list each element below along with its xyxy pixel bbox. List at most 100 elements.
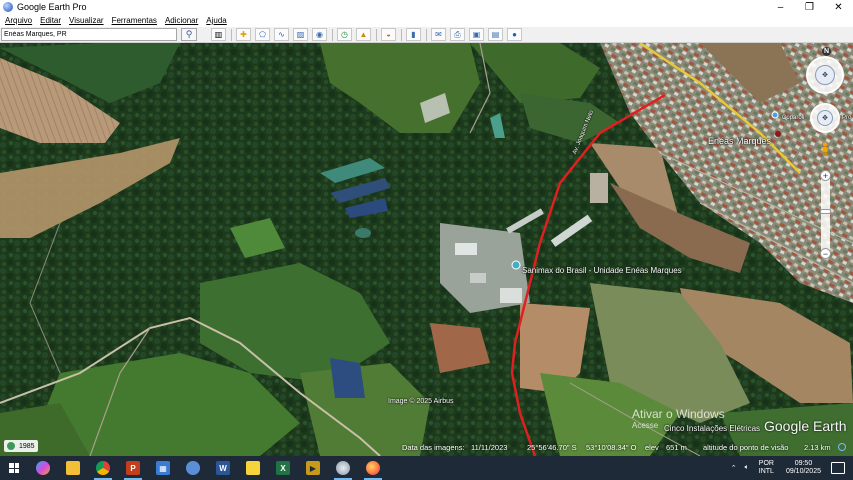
imagery-date: 11/11/2023 [471,443,508,452]
satellite-imagery [0,43,853,456]
north-indicator[interactable]: N [822,47,831,56]
minimize-button[interactable]: – [766,0,795,14]
taskbar-copilot[interactable] [28,456,58,480]
toolbar-separator [401,28,402,41]
historical-imagery-icon[interactable]: ◷ [337,28,352,41]
language-indicator[interactable]: POR INTL [759,460,774,476]
toolbar-separator [332,28,333,41]
media-player-icon: ▶ [306,461,320,475]
latitude-readout: 25°56'46.70" S [527,443,577,452]
taskbar-google-earth[interactable] [328,456,358,480]
zoom-in-button[interactable]: + [820,170,831,181]
maximize-button[interactable]: ❐ [795,0,824,14]
windows-logo-icon [9,463,19,473]
menu-visualizar[interactable]: Visualizar [69,16,104,25]
folder-icon [66,461,80,475]
eye-altitude-label: altitude do ponto de visão [703,443,789,452]
imagery-date-label: Data das imagens: [402,443,465,452]
toolbar-separator [426,28,427,41]
taskbar-media-player[interactable]: ▶ [298,456,328,480]
clock[interactable]: 09:50 09/10/2025 [786,460,821,476]
notification-icon[interactable] [831,462,845,474]
system-tray: ⌃ 🔈︎ POR INTL 09:50 09/10/2025 [727,456,853,480]
history-year: 1985 [19,442,35,450]
firefox-icon [366,461,380,475]
google-earth-app-icon [3,2,13,12]
placemark-icon[interactable]: ✚ [236,28,251,41]
taskbar-firefox[interactable] [358,456,388,480]
taskbar-word[interactable]: W [208,456,238,480]
zoom-slider[interactable] [821,171,830,259]
elevation-readout: 651 m [666,443,687,452]
poi-label-coparoli[interactable]: Coparoli [782,115,804,121]
toolbar: ▥ ✚ ⬠ ∿ ▨ ◉ ◷ ▲ ◒ ▮ ✉ ⎙ ▣ ▤ ● [211,28,526,41]
move-arrows-icon: ✥ [817,110,833,126]
longitude-readout: 53°10'08.34" O [586,443,637,452]
title-bar: Google Earth Pro – ❐ ✕ [0,0,853,14]
move-joystick[interactable]: ✥ [810,103,840,133]
historical-imagery-badge[interactable]: 1985 [4,440,38,452]
sunlight-icon[interactable]: ▲ [356,28,371,41]
map-viewport[interactable]: Enéas Marques Sanimax do Brasil - Unidad… [0,43,853,456]
path-icon[interactable]: ∿ [274,28,289,41]
save-image-icon[interactable]: ▣ [469,28,484,41]
polygon-icon[interactable]: ⬠ [255,28,270,41]
taskbar-powerpoint[interactable]: P [118,456,148,480]
zoom-out-button[interactable]: − [820,248,831,259]
keyboard-layout: INTL [758,468,774,475]
look-joystick[interactable]: ✥ [806,56,844,94]
print-icon[interactable]: ⎙ [450,28,465,41]
menu-arquivo[interactable]: Arquivo [5,16,32,25]
poi-label-partial[interactable]: Pro [842,115,851,121]
record-tour-icon[interactable]: ◉ [312,28,327,41]
activation-watermark-sub: Acesse [632,421,659,430]
sidebar-icon[interactable]: ▥ [211,28,226,41]
window-title: Google Earth Pro [17,2,87,12]
poi-label-cinco[interactable]: Cinco Instalações Elétricas [664,424,760,433]
ruler-icon[interactable]: ▮ [406,28,421,41]
look-arrows-icon: ✥ [815,65,835,85]
language-code: POR [758,460,774,467]
taskbar-calculator[interactable]: ▦ [148,456,178,480]
google-earth-icon [336,461,350,475]
eye-altitude-readout: 2.13 km [804,443,831,452]
image-overlay-icon[interactable]: ▨ [293,28,308,41]
swirl-app-icon [186,461,200,475]
menu-ajuda[interactable]: Ajuda [206,16,226,25]
elevation-label: elev [645,443,659,452]
taskbar-sticky-notes[interactable] [238,456,268,480]
menu-adicionar[interactable]: Adicionar [165,16,198,25]
start-button[interactable] [0,456,28,480]
email-icon[interactable]: ✉ [431,28,446,41]
menu-ferramentas[interactable]: Ferramentas [112,16,157,25]
activation-watermark: Ativar o Windows [632,407,725,421]
search-input[interactable] [1,28,177,41]
clock-time: 09:50 [794,460,813,467]
taskbar-app-swirl[interactable] [178,456,208,480]
streaming-progress-icon [838,443,846,451]
close-button[interactable]: ✕ [824,0,853,14]
town-label[interactable]: Enéas Marques [708,136,771,146]
chevron-up-icon[interactable]: ⌃ [731,464,737,472]
copilot-icon [36,461,50,475]
sticky-notes-icon [246,461,260,475]
globe-icon [7,442,15,450]
taskbar-excel[interactable]: X [268,456,298,480]
toolbar-row: ⚲ ▥ ✚ ⬠ ∿ ▨ ◉ ◷ ▲ ◒ ▮ ✉ ⎙ ▣ ▤ ● [0,27,853,43]
poi-label-sanimax[interactable]: Sanimax do Brasil - Unidade Enéas Marque… [522,266,682,275]
taskbar-chrome[interactable] [88,456,118,480]
toolbar-separator [376,28,377,41]
maps-icon[interactable]: ▤ [488,28,503,41]
search-icon[interactable]: ⚲ [181,28,197,41]
zoom-slider-thumb[interactable] [820,209,831,214]
imagery-attribution: Image © 2025 Airbus [388,398,454,405]
menu-bar: Arquivo Editar Visualizar Ferramentas Ad… [0,14,853,27]
earth-icon[interactable]: ● [507,28,522,41]
menu-editar[interactable]: Editar [40,16,61,25]
powerpoint-icon: P [126,461,140,475]
toolbar-separator [231,28,232,41]
taskbar-file-explorer[interactable] [58,456,88,480]
planets-icon[interactable]: ◒ [381,28,396,41]
pegman-icon[interactable] [821,142,829,156]
volume-icon[interactable]: 🔈︎ [745,464,749,472]
